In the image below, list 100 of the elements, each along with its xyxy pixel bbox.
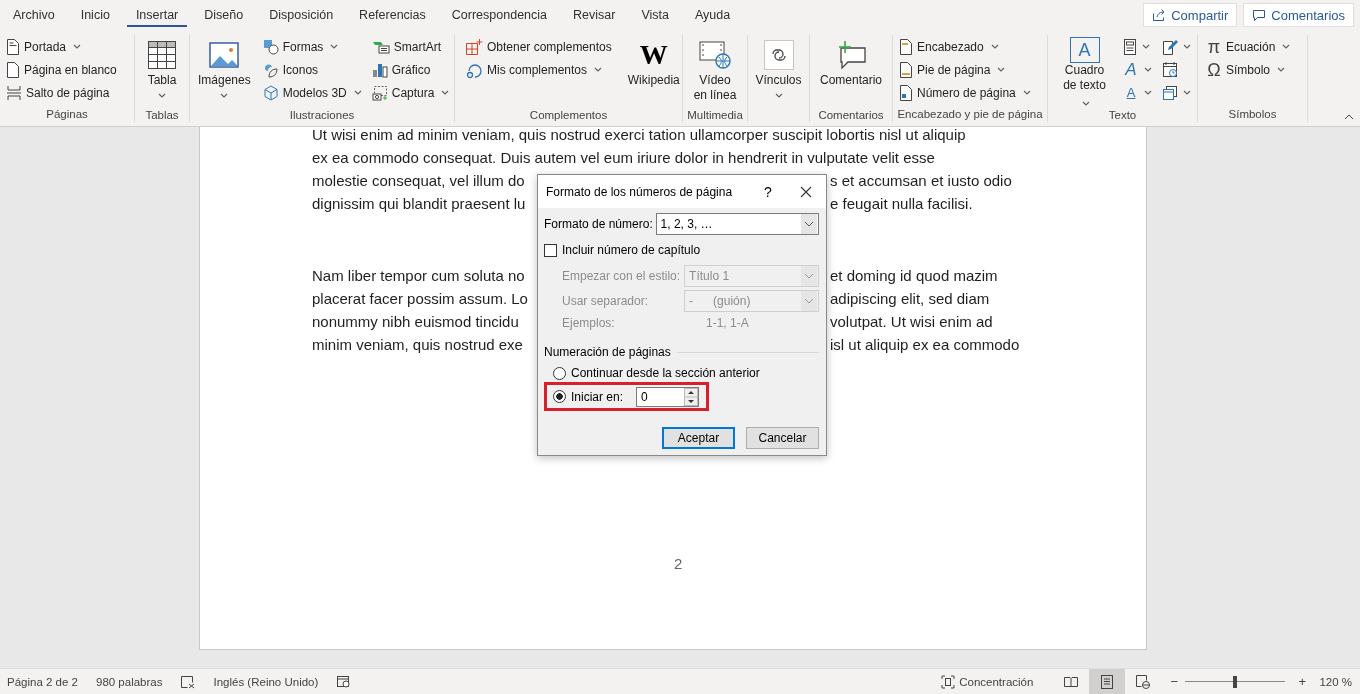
comments-button[interactable]: Comentarios (1243, 3, 1354, 27)
text-line: Nam liber tempor cum soluta no (312, 266, 525, 286)
footer-icon (899, 61, 913, 78)
page-count[interactable]: Página 2 de 2 (7, 675, 78, 688)
spelling-check-icon[interactable] (180, 674, 196, 689)
ribbon-tab[interactable]: Correspondencia (442, 0, 556, 30)
help-button[interactable]: ? (758, 183, 778, 200)
grid-plus-icon (465, 37, 483, 56)
ribbon-tab[interactable]: Inicio (71, 0, 119, 30)
checkbox-label: Incluir número de capítulo (562, 243, 701, 257)
my-addins-button[interactable]: Mis complementos (463, 58, 614, 81)
text-line: Ut wisi enim ad minim veniam, quis nostrud exerci tation ullamcorper suscipit lobortis nisl ut aliquip (312, 127, 966, 143)
slider-thumb[interactable] (1233, 675, 1238, 688)
ribbon-tab[interactable]: Disposición (260, 0, 343, 30)
close-icon[interactable] (800, 185, 812, 198)
links-button[interactable]: Vínculos (751, 35, 806, 107)
chevron-down-icon (1282, 44, 1291, 49)
field-label: Formato de número: (544, 217, 654, 231)
shapes-button[interactable]: Formas (260, 35, 364, 58)
screenshot-button[interactable]: Captura (369, 81, 452, 104)
omega-icon: Ω (1206, 60, 1222, 79)
spinner-arrows-icon[interactable] (684, 387, 699, 406)
comment-button[interactable]: Comentario (816, 35, 886, 107)
link-icon (763, 40, 794, 70)
chart-button[interactable]: Gráfico (369, 58, 452, 81)
dialog-button[interactable]: Aceptar (662, 427, 735, 449)
web-page-icon (1136, 674, 1151, 689)
get-addins-button[interactable]: Obtener complementos (463, 35, 614, 58)
zoom-level[interactable]: 120 % (1319, 675, 1352, 688)
group-label: Páginas (45, 107, 89, 122)
pi-icon: π (1206, 37, 1222, 56)
field-label: Usar separador: (561, 294, 650, 308)
examples-value: 1-1, 1-A (705, 316, 749, 330)
page-break-button[interactable]: Salto de página (4, 81, 119, 104)
chevron-down-icon (1144, 67, 1152, 72)
zoom-in-button[interactable]: + (1295, 674, 1310, 689)
language-status[interactable]: Inglés (Reino Unido) (213, 675, 319, 688)
chevron-down-icon (1142, 44, 1150, 49)
share-button[interactable]: Compartir (1143, 3, 1238, 27)
field-label: Empezar con el estilo: (561, 269, 682, 283)
images-button[interactable]: Imágenes (194, 35, 255, 107)
smartart-button[interactable]: SmartArt (369, 35, 452, 58)
dialog-button[interactable]: Cancelar (746, 427, 819, 449)
number-format-dropdown[interactable]: 1, 2, 3, … (655, 213, 819, 235)
chevron-down-icon (1183, 90, 1191, 95)
book-icon (1064, 675, 1079, 688)
text-box-button[interactable]: A Cuadro de texto (1054, 35, 1115, 107)
chevron-down-icon (330, 44, 339, 49)
radio-label: Iniciar en: (571, 389, 624, 404)
chevron-down-icon (594, 67, 603, 72)
chevron-down-icon (441, 90, 450, 95)
group-label: Símbolos (1227, 107, 1278, 122)
ribbon-tab[interactable]: Archivo (4, 0, 64, 30)
ribbon-tab[interactable]: Insertar (126, 0, 188, 30)
ribbon-tab[interactable]: Ayuda (685, 0, 740, 30)
word-count[interactable]: 980 palabras (96, 675, 163, 688)
radio-button[interactable] (553, 366, 566, 380)
radio-label: Continuar desde la sección anterior (571, 366, 760, 380)
header-icon (899, 38, 913, 55)
ribbon-tab[interactable]: Vista (632, 0, 678, 30)
window-stack-icon (1162, 84, 1178, 101)
zoom-out-button[interactable]: − (1167, 674, 1182, 689)
checkbox[interactable] (544, 243, 557, 257)
focus-button[interactable]: Concentración (941, 674, 1034, 689)
text-line: dignissim qui blandit praesent lu (312, 194, 526, 214)
ribbon-tab[interactable]: Referencias (350, 0, 435, 30)
chevron-down-icon (1082, 100, 1090, 106)
chevron-down-icon (1144, 90, 1152, 95)
chevron-down-icon (1183, 44, 1191, 49)
image-icon (209, 42, 240, 68)
wikipedia-button[interactable]: W Wikipedia (623, 35, 684, 107)
table-button[interactable]: Tabla (143, 35, 181, 107)
group-label: Tablas (144, 108, 180, 123)
symbol-button[interactable]: Ω Símbolo (1204, 58, 1293, 81)
blank-page-icon (6, 61, 20, 78)
icons-button[interactable]: Iconos (260, 58, 364, 81)
footer-button[interactable]: Pie de página (897, 58, 1033, 81)
models-3d-button[interactable]: Modelos 3D (260, 81, 364, 104)
wordart-icon: A (1123, 61, 1139, 78)
collapse-ribbon-icon[interactable] (1344, 114, 1354, 120)
equation-button[interactable]: π Ecuación (1204, 35, 1293, 58)
chevron-down-icon (801, 266, 817, 286)
start-at-field[interactable]: 0 (636, 386, 700, 407)
text-line: molestie consequat, vel illum do (312, 171, 525, 191)
accessibility-icon[interactable] (336, 674, 352, 689)
radio-button[interactable] (553, 390, 566, 403)
text-line: volutpat. Ut wisi enim ad (830, 312, 993, 332)
page-number-button[interactable]: Número de página (897, 81, 1033, 104)
online-video-button[interactable]: Vídeo en línea (687, 35, 743, 107)
chevron-down-icon (774, 93, 783, 98)
page-number: 2 (674, 555, 684, 572)
view-button[interactable] (1089, 669, 1126, 694)
cover-page-button[interactable]: Portada (4, 35, 119, 58)
drop-cap-button[interactable]: A (1121, 81, 1154, 104)
page-break-icon (6, 84, 22, 101)
wordart-button[interactable]: A (1121, 58, 1154, 81)
blank-page-button[interactable]: Página en blanco (4, 58, 119, 81)
ribbon-tab[interactable]: Revisar (564, 0, 625, 30)
ribbon-tab[interactable]: Diseño (195, 0, 253, 30)
header-button[interactable]: Encabezado (897, 35, 1033, 58)
